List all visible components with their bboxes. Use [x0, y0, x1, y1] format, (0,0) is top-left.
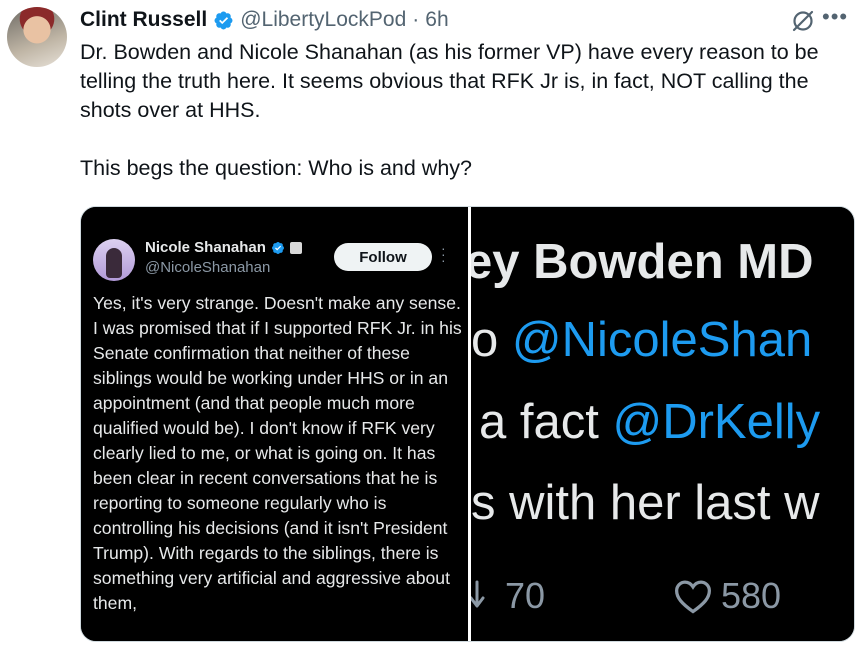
more-icon[interactable]: •••: [822, 6, 852, 30]
quoted-post-text: Yes, it's very strange. Doesn't make any…: [93, 293, 462, 613]
tweet-paragraph: Dr. Bowden and Nicole Shanahan (as his f…: [80, 40, 819, 122]
screenshot-right-pane: ey Bowden MD o @NicoleShan a fact @DrKel…: [471, 207, 854, 641]
author-handle[interactable]: @LibertyLockPod: [240, 8, 406, 32]
zoomed-text-line: s with her last w: [471, 476, 820, 530]
zoomed-text-line: o @NicoleShan: [471, 313, 813, 367]
quoted-author-handle: @NicoleShanahan: [145, 259, 271, 276]
tweet-header: Clint Russell @LibertyLockPod · 6h: [80, 7, 449, 33]
zoomed-text-line: a fact @DrKelly: [479, 395, 821, 449]
screenshot-left-pane: Nicole Shanahan @NicoleShanahan Follow ·…: [81, 207, 468, 641]
retweet-icon: [471, 580, 485, 608]
retweet-count: 70: [471, 575, 545, 617]
quoted-name-row: Nicole Shanahan: [145, 239, 302, 256]
verified-badge-icon: [271, 241, 284, 254]
affiliation-badge-icon: [289, 241, 302, 254]
quoted-avatar: [93, 239, 135, 281]
header-separator: ·: [412, 8, 420, 31]
tweet-text: Dr. Bowden and Nicole Shanahan (as his f…: [80, 38, 855, 183]
grok-icon[interactable]: [790, 8, 816, 34]
follow-button: Follow: [334, 243, 432, 271]
media-attachment[interactable]: Nicole Shanahan @NicoleShanahan Follow ·…: [80, 206, 855, 642]
mention-link: @DrKelly: [612, 395, 821, 449]
heart-icon: [674, 580, 712, 614]
zoomed-text-line: ey Bowden MD: [471, 235, 814, 289]
author-avatar[interactable]: [7, 7, 67, 67]
author-name[interactable]: Clint Russell: [80, 8, 207, 32]
tweet-timestamp[interactable]: 6h: [425, 8, 448, 32]
verified-badge-icon: [214, 11, 233, 29]
like-count: 580: [673, 575, 781, 617]
tweet-paragraph: This begs the question: Who is and why?: [80, 156, 472, 180]
quoted-author-name: Nicole Shanahan: [145, 239, 266, 256]
mention-link: @NicoleShan: [511, 313, 813, 367]
vertical-more-icon: · · ·: [441, 240, 446, 268]
